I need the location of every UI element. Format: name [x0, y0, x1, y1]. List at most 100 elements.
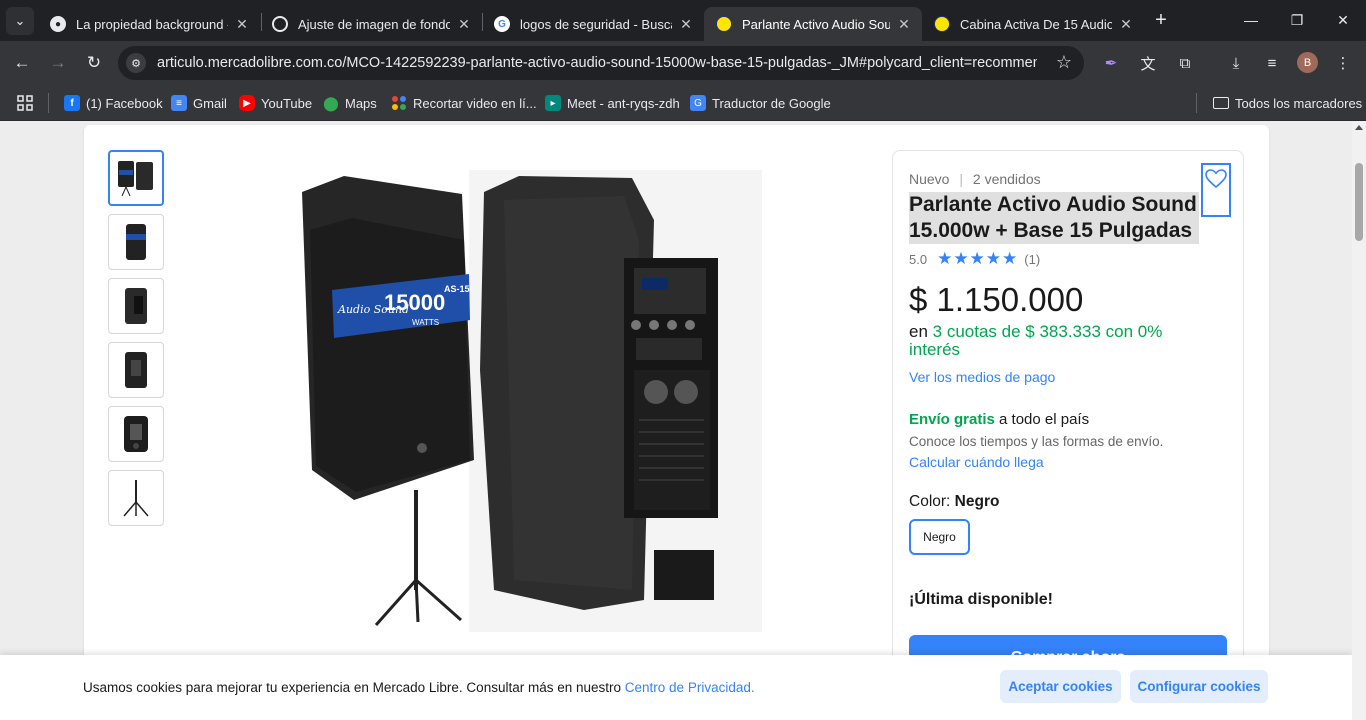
bookmark-gmail[interactable]: ≡ Gmail: [171, 92, 227, 114]
site-info-icon[interactable]: ⚙: [126, 53, 146, 73]
arrow-right-icon: →: [49, 53, 67, 72]
tab-title: logos de seguridad - Buscar: [520, 16, 672, 32]
cookie-message-text: Usamos cookies para mejorar tu experienc…: [83, 680, 622, 695]
speaker-model-text: AS-15: [444, 284, 470, 294]
bookmark-label: (1) Facebook: [86, 95, 163, 111]
tab-title: Cabina Activa De 15 Audio S: [960, 16, 1112, 32]
profile-avatar[interactable]: B: [1297, 52, 1318, 73]
cookie-message: Usamos cookies para mejorar tu experienc…: [83, 680, 755, 695]
bookmarks-divider: [1196, 93, 1197, 113]
translate-extension-icon[interactable]: 文: [1136, 51, 1160, 75]
tab-2[interactable]: Ajuste de imagen de fondo c ✕: [260, 7, 482, 41]
bookmark-translate[interactable]: G Traductor de Google: [690, 92, 831, 114]
feather-extension-icon[interactable]: ✒: [1099, 51, 1123, 75]
gallery-thumbnail-1[interactable]: [108, 150, 164, 206]
bookmark-maps[interactable]: ⬤ Maps: [323, 92, 377, 114]
accept-cookies-button[interactable]: Aceptar cookies: [1000, 670, 1121, 703]
bookmark-label: Gmail: [193, 95, 227, 111]
product-meta: Nuevo | 2 vendidos: [909, 171, 1041, 187]
privacy-center-link[interactable]: Centro de Privacidad.: [625, 680, 755, 695]
bookmark-label: YouTube: [261, 95, 313, 111]
tab-title: Ajuste de imagen de fondo c: [298, 16, 450, 32]
favorite-button[interactable]: [1201, 163, 1231, 217]
chevron-down-icon: ⌄: [14, 13, 26, 28]
browser-toolbar: ← → ↻ ⚙ articulo.mercadolibre.com.co/MCO…: [0, 41, 1366, 85]
installments-highlight: 3 cuotas de $ 383.333 con 0% interés: [909, 322, 1163, 359]
tab-3[interactable]: G logos de seguridad - Buscar ✕: [482, 7, 704, 41]
bookmark-label: Recortar video en lí...: [413, 95, 537, 111]
arrow-left-icon: ←: [13, 53, 31, 72]
media-control-icon[interactable]: ≡: [1260, 51, 1284, 75]
reload-button[interactable]: ↻: [80, 49, 108, 77]
close-icon[interactable]: ✕: [678, 16, 694, 33]
extensions-puzzle-icon[interactable]: ⧉: [1173, 51, 1197, 75]
mercadolibre-icon: [934, 16, 950, 32]
shipping-scope: a todo el país: [999, 411, 1090, 428]
rating-count: (1): [1024, 251, 1041, 267]
bookmark-label: Maps: [345, 95, 377, 111]
main-product-image[interactable]: Audio Sound 15000 WATTS AS-15: [294, 170, 762, 632]
gallery-thumbnail-4[interactable]: [108, 342, 164, 398]
page-scrollbar[interactable]: [1352, 121, 1366, 720]
translate-icon: G: [690, 95, 706, 111]
scrollbar-thumb[interactable]: [1355, 163, 1363, 241]
bookmark-label: Traductor de Google: [712, 95, 831, 111]
bookmark-meet[interactable]: ▸ Meet - ant-ryqs-zdh: [545, 92, 680, 114]
more-menu-icon[interactable]: ⋮: [1331, 51, 1355, 75]
minimize-button[interactable]: —: [1237, 7, 1265, 33]
forward-button[interactable]: →: [44, 49, 72, 77]
tab-5[interactable]: Cabina Activa De 15 Audio S ✕: [922, 7, 1144, 41]
gmail-icon: ≡: [171, 95, 187, 111]
cookie-banner: Usamos cookies para mejorar tu experienc…: [0, 655, 1352, 720]
folder-icon: [1213, 97, 1229, 109]
installments-prefix: en: [909, 322, 928, 341]
bookmark-youtube[interactable]: ▶ YouTube: [239, 92, 312, 114]
sold-count: 2 vendidos: [972, 171, 1041, 187]
tab-search-menu-button[interactable]: ⌄: [6, 7, 34, 35]
configure-cookies-button[interactable]: Configurar cookies: [1130, 670, 1268, 703]
close-icon[interactable]: ✕: [456, 16, 472, 33]
bookmark-star-icon[interactable]: ☆: [1056, 52, 1072, 73]
tab-1[interactable]: ● La propiedad background - C ✕: [38, 7, 260, 41]
all-bookmarks-folder[interactable]: Todos los marcadores: [1213, 92, 1362, 114]
shipping-info: Envío gratis a todo el país: [909, 411, 1089, 428]
close-icon[interactable]: ✕: [234, 16, 250, 33]
tab-title: La propiedad background - C: [76, 16, 228, 32]
bookmarks-bar: f (1) Facebook ≡ Gmail ▶ YouTube ⬤ Maps …: [0, 85, 1366, 121]
bookmark-recortar-video[interactable]: Recortar video en lí...: [391, 92, 537, 114]
gallery-thumbnail-3[interactable]: [108, 278, 164, 334]
new-tab-button[interactable]: +: [1150, 9, 1172, 31]
site-icon: ●: [50, 16, 66, 32]
facebook-icon: f: [64, 95, 80, 111]
tab-title: Parlante Activo Audio Sound: [742, 16, 890, 32]
buy-box: Nuevo | 2 vendidos Parlante Activo Audio…: [892, 150, 1244, 720]
tab-4-active[interactable]: Parlante Activo Audio Sound ✕: [704, 7, 922, 41]
star-rating-icon: ★★★★★: [937, 249, 1019, 268]
calculate-delivery-link[interactable]: Calcular cuándo llega: [909, 454, 1044, 470]
apps-grid-icon[interactable]: [17, 92, 33, 114]
rating-value: 5.0: [909, 251, 928, 267]
mercadolibre-icon: [716, 16, 732, 32]
payment-methods-link[interactable]: Ver los medios de pago: [909, 369, 1055, 385]
speaker-watts-unit-text: WATTS: [412, 318, 439, 327]
close-icon[interactable]: ✕: [1118, 16, 1134, 33]
address-bar[interactable]: ⚙ articulo.mercadolibre.com.co/MCO-14225…: [118, 46, 1084, 80]
product-price: $ 1.150.000: [909, 281, 1084, 318]
product-rating[interactable]: 5.0 ★★★★★ (1): [909, 249, 1040, 269]
color-option-negro[interactable]: Negro: [909, 519, 970, 555]
restore-button[interactable]: ❐: [1283, 7, 1311, 33]
gallery-thumbnail-5[interactable]: [108, 406, 164, 462]
gallery-thumbnail-2[interactable]: [108, 214, 164, 270]
url-text[interactable]: articulo.mercadolibre.com.co/MCO-1422592…: [157, 55, 1037, 71]
shipping-subtext: Conoce los tiempos y las formas de envío…: [909, 434, 1164, 449]
close-icon[interactable]: ✕: [896, 16, 912, 33]
download-icon[interactable]: ⤓: [1224, 51, 1248, 75]
bookmark-facebook[interactable]: f (1) Facebook: [64, 92, 163, 114]
back-button[interactable]: ←: [8, 49, 36, 77]
heart-icon: [1205, 169, 1227, 189]
product-card: Audio Sound 15000 WATTS AS-15 Nuevo | 2 …: [84, 125, 1269, 720]
close-window-button[interactable]: ✕: [1329, 7, 1357, 33]
gallery-thumbnail-6[interactable]: [108, 470, 164, 526]
reload-icon: ↻: [86, 53, 102, 72]
scroll-up-arrow-icon[interactable]: [1355, 125, 1363, 130]
